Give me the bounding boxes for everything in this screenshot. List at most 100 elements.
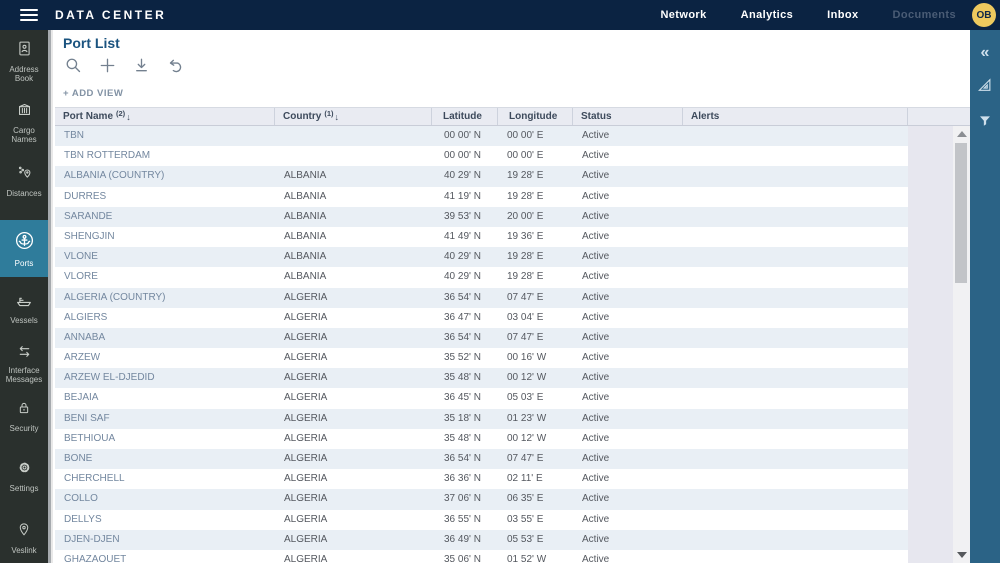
table-row[interactable]: ANNABAALGERIA36 54' N07 47' EActive — [55, 328, 908, 348]
table-row[interactable]: ALGIERSALGERIA36 47' N03 04' EActive — [55, 308, 908, 328]
table-cell — [683, 429, 908, 449]
sidebar-item-settings[interactable]: Settings — [0, 457, 48, 495]
table-cell: 00 00' E — [498, 126, 573, 146]
sidebar-item-cargo-names[interactable]: Cargo Names — [0, 99, 48, 146]
port-name-cell[interactable]: SARANDE — [55, 207, 275, 227]
port-name-cell[interactable]: ARZEW — [55, 348, 275, 368]
port-name-cell[interactable]: ANNABA — [55, 328, 275, 348]
port-name-cell[interactable]: ARZEW EL-DJEDID — [55, 368, 275, 388]
port-name-cell[interactable]: GHAZAOUET — [55, 550, 275, 563]
sidebar-item-label: Veslink — [11, 546, 36, 555]
table-cell: 01 23' W — [498, 409, 573, 429]
port-name-cell[interactable]: BEJAIA — [55, 388, 275, 408]
table-row[interactable]: ALGERIA (COUNTRY)ALGERIA36 54' N07 47' E… — [55, 288, 908, 308]
add-icon[interactable] — [97, 55, 117, 75]
ports-icon — [14, 230, 35, 256]
table-row[interactable]: COLLOALGERIA37 06' N06 35' EActive — [55, 489, 908, 509]
table-row[interactable]: BEJAIAALGERIA36 45' N05 03' EActive — [55, 388, 908, 408]
port-name-cell[interactable]: TBN — [55, 126, 275, 146]
table-row[interactable]: CHERCHELLALGERIA36 36' N02 11' EActive — [55, 469, 908, 489]
port-name-cell[interactable]: VLONE — [55, 247, 275, 267]
table-cell: 19 28' E — [498, 166, 573, 186]
sidebar-item-distances[interactable]: Distances — [0, 162, 48, 200]
table-cell: Active — [573, 207, 683, 227]
distances-icon — [16, 164, 33, 186]
sidebar-item-vessels[interactable]: Vessels — [0, 291, 48, 327]
sidebar-item-veslink[interactable]: Veslink — [0, 519, 48, 557]
table-cell: ALBANIA — [275, 187, 432, 207]
table-cell — [683, 247, 908, 267]
nav-inbox[interactable]: Inbox — [827, 9, 858, 21]
table-cell: Active — [573, 449, 683, 469]
port-name-cell[interactable]: ALGIERS — [55, 308, 275, 328]
port-name-cell[interactable]: SHENGJIN — [55, 227, 275, 247]
table-row[interactable]: DELLYSALGERIA36 55' N03 55' EActive — [55, 510, 908, 530]
port-name-cell[interactable]: BONE — [55, 449, 275, 469]
scrollbar-down-arrow-icon[interactable] — [957, 552, 967, 558]
table-row[interactable]: BENI SAFALGERIA35 18' N01 23' WActive — [55, 409, 908, 429]
nav-network[interactable]: Network — [660, 9, 706, 21]
table-row[interactable]: TBN ROTTERDAM00 00' N00 00' EActive — [55, 146, 908, 166]
port-name-cell[interactable]: TBN ROTTERDAM — [55, 146, 275, 166]
table-cell: ALGERIA — [275, 308, 432, 328]
port-name-cell[interactable]: DJEN-DJEN — [55, 530, 275, 550]
table-row[interactable]: SHENGJINALBANIA41 49' N19 36' EActive — [55, 227, 908, 247]
avatar[interactable]: OB — [972, 3, 996, 27]
table-row[interactable]: BONEALGERIA36 54' N07 47' EActive — [55, 449, 908, 469]
table-cell: ALGERIA — [275, 388, 432, 408]
sidebar-item-ports[interactable]: Ports — [0, 220, 48, 277]
table-cell: 00 12' W — [498, 368, 573, 388]
port-name-cell[interactable]: CHERCHELL — [55, 469, 275, 489]
table-cell: Active — [573, 530, 683, 550]
sidebar-divider — [48, 30, 53, 563]
table-cell: Active — [573, 409, 683, 429]
collapse-panel-icon[interactable]: « — [981, 44, 990, 62]
sidebar-item-interface-messages[interactable]: Interface Messages — [0, 343, 48, 386]
port-name-cell[interactable]: ALGERIA (COUNTRY) — [55, 288, 275, 308]
table-cell — [683, 409, 908, 429]
nav-analytics[interactable]: Analytics — [741, 9, 794, 21]
column-header-port-name[interactable]: Port Name(2)↓ — [55, 108, 275, 125]
table-row[interactable]: GHAZAOUETALGERIA35 06' N01 52' WActive — [55, 550, 908, 563]
sidebar-item-address-book[interactable]: Address Book — [0, 38, 48, 85]
add-view-button[interactable]: + ADD VIEW — [63, 88, 123, 99]
scrollbar-thumb[interactable] — [955, 143, 967, 283]
column-header-longitude[interactable]: Longitude — [498, 108, 573, 125]
table-row[interactable]: DJEN-DJENALGERIA36 49' N05 53' EActive — [55, 530, 908, 550]
port-name-cell[interactable]: ALBANIA (COUNTRY) — [55, 166, 275, 186]
scrollbar-up-arrow-icon[interactable] — [957, 131, 967, 137]
table-row[interactable]: VLOREALBANIA40 29' N19 28' EActive — [55, 267, 908, 287]
table-cell — [683, 449, 908, 469]
column-header-status[interactable]: Status — [573, 108, 683, 125]
table-row[interactable]: DURRESALBANIA41 19' N19 28' EActive — [55, 187, 908, 207]
download-icon[interactable] — [131, 55, 151, 75]
table-row[interactable]: TBN00 00' N00 00' EActive — [55, 126, 908, 146]
undo-icon[interactable] — [165, 55, 185, 75]
port-name-cell[interactable]: BETHIOUA — [55, 429, 275, 449]
column-header-latitude[interactable]: Latitude — [432, 108, 498, 125]
port-name-cell[interactable]: DELLYS — [55, 510, 275, 530]
hamburger-menu-icon[interactable] — [20, 9, 38, 21]
table-row[interactable]: BETHIOUAALGERIA35 48' N00 12' WActive — [55, 429, 908, 449]
table-row[interactable]: SARANDEALBANIA39 53' N20 00' EActive — [55, 207, 908, 227]
table-row[interactable]: ARZEWALGERIA35 52' N00 16' WActive — [55, 348, 908, 368]
table-cell: 03 04' E — [498, 308, 573, 328]
table-row[interactable]: VLONEALBANIA40 29' N19 28' EActive — [55, 247, 908, 267]
table-row[interactable]: ARZEW EL-DJEDIDALGERIA35 48' N00 12' WAc… — [55, 368, 908, 388]
sidebar-item-security[interactable]: Security — [0, 398, 48, 435]
vertical-scrollbar[interactable] — [953, 126, 970, 563]
column-header-alerts[interactable]: Alerts — [683, 108, 908, 125]
veslink-icon — [16, 521, 32, 543]
column-header-country[interactable]: Country(1)↓ — [275, 108, 432, 125]
filter-icon[interactable] — [977, 113, 993, 134]
port-name-cell[interactable]: VLORE — [55, 267, 275, 287]
table-cell — [683, 308, 908, 328]
search-icon[interactable] — [63, 55, 83, 75]
port-name-cell[interactable]: COLLO — [55, 489, 275, 509]
port-name-cell[interactable]: DURRES — [55, 187, 275, 207]
port-name-cell[interactable]: BENI SAF — [55, 409, 275, 429]
nav-documents[interactable]: Documents — [893, 9, 957, 21]
set-square-icon[interactable] — [976, 76, 994, 99]
table-row[interactable]: ALBANIA (COUNTRY)ALBANIA40 29' N19 28' E… — [55, 166, 908, 186]
address-book-icon — [16, 40, 33, 62]
